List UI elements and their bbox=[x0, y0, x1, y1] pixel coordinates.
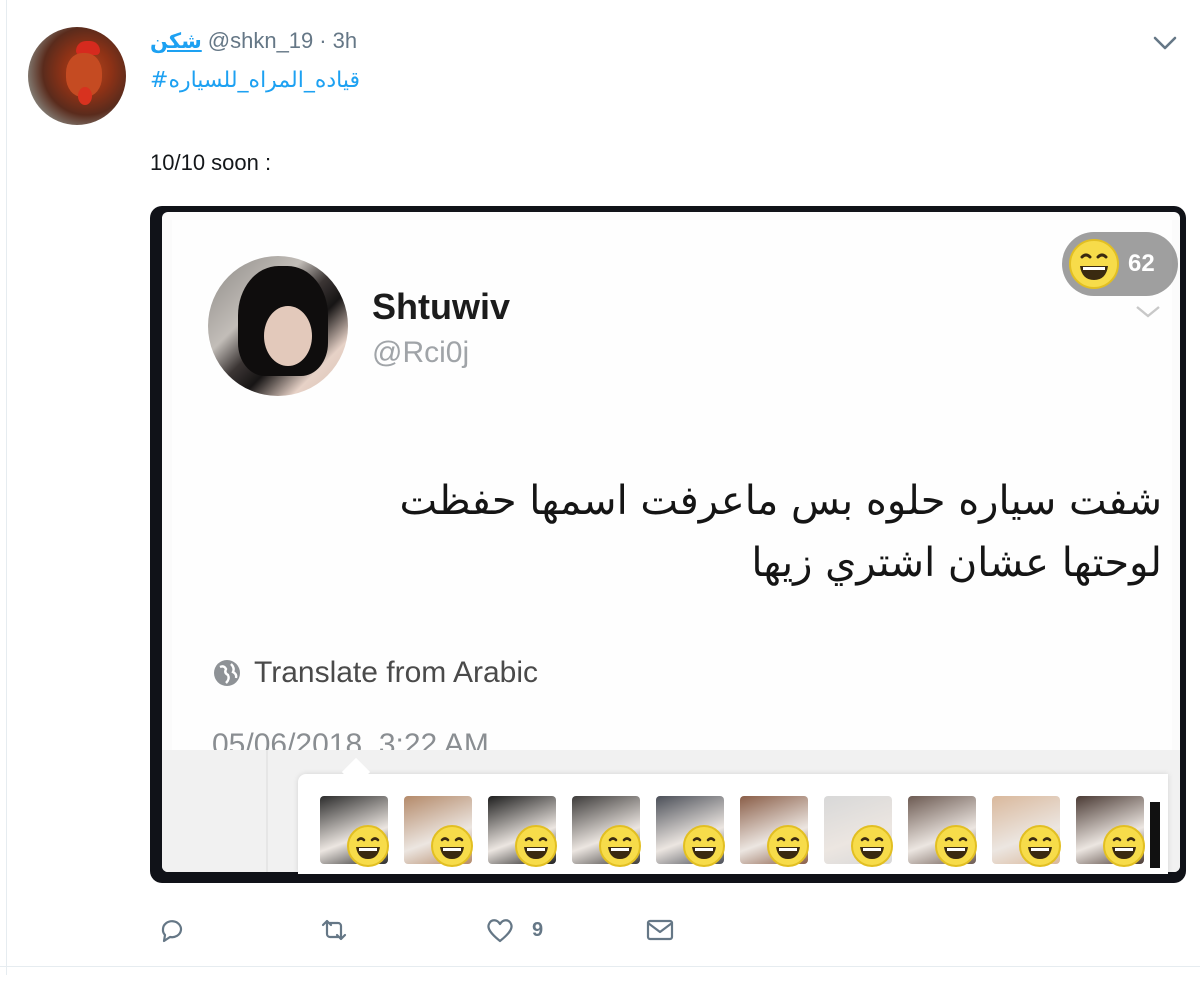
direct-message-button[interactable] bbox=[644, 910, 676, 950]
like-button[interactable]: 9 bbox=[484, 910, 543, 950]
tweet-text: 10/10 soon : bbox=[150, 150, 272, 175]
avatar-detail bbox=[78, 87, 92, 105]
grinning-emoji-icon bbox=[431, 825, 473, 867]
reaction-face bbox=[404, 796, 476, 868]
reply-button[interactable] bbox=[156, 910, 188, 950]
embedded-text-line: لوحتها عشان اشتري زيها bbox=[751, 540, 1162, 586]
grinning-emoji-icon bbox=[599, 825, 641, 867]
screenshot-frame: Shtuwiv @Rci0j 62 شفت سياره حلوه بس ماعر… bbox=[162, 212, 1180, 872]
reaction-face bbox=[320, 796, 392, 868]
timestamp[interactable]: 3h bbox=[333, 28, 357, 54]
reaction-face bbox=[908, 796, 980, 868]
reaction-face bbox=[1076, 796, 1148, 868]
divider bbox=[266, 750, 268, 872]
globe-icon bbox=[214, 660, 240, 686]
tweet-header: شكن @shkn_19 · 3h bbox=[150, 28, 357, 58]
embedded-author-name: Shtuwiv bbox=[372, 286, 511, 327]
grinning-emoji-icon bbox=[767, 825, 809, 867]
grinning-emoji-icon bbox=[851, 825, 893, 867]
reaction-count: 62 bbox=[1128, 250, 1155, 277]
chevron-down-icon bbox=[1136, 306, 1160, 318]
reaction-face bbox=[992, 796, 1064, 868]
separator-dot: · bbox=[319, 28, 327, 53]
envelope-icon bbox=[646, 919, 674, 941]
translate-link: Translate from Arabic bbox=[212, 656, 538, 690]
divider bbox=[1150, 802, 1160, 868]
like-count: 9 bbox=[532, 918, 544, 941]
reply-icon bbox=[161, 920, 183, 943]
retweet-icon bbox=[321, 919, 347, 941]
avatar[interactable] bbox=[28, 27, 126, 125]
reaction-face bbox=[740, 796, 812, 868]
reaction-face bbox=[572, 796, 644, 868]
reaction-badge: 62 bbox=[1062, 232, 1178, 296]
avatar-detail bbox=[264, 306, 312, 366]
embedded-author-handle: @Rci0j bbox=[372, 336, 470, 369]
retweet-button[interactable] bbox=[318, 910, 350, 950]
embedded-tweet-text: شفت سياره حلوه بس ماعرفت اسمها حفظت لوحت… bbox=[322, 470, 1162, 594]
user-handle[interactable]: @shkn_19 bbox=[208, 28, 314, 54]
embedded-text-line: شفت سياره حلوه بس ماعرفت اسمها حفظت bbox=[399, 478, 1162, 524]
translate-label: Translate from Arabic bbox=[254, 656, 538, 689]
grinning-emoji-icon bbox=[515, 825, 557, 867]
chevron-down-icon[interactable] bbox=[1152, 32, 1178, 54]
divider bbox=[0, 966, 1200, 967]
display-name[interactable]: شكن bbox=[150, 29, 202, 53]
reaction-face bbox=[656, 796, 728, 868]
grinning-emoji-icon bbox=[683, 825, 725, 867]
grinning-emoji-icon bbox=[1019, 825, 1061, 867]
heart-icon bbox=[487, 919, 513, 943]
reaction-face bbox=[488, 796, 560, 868]
embedded-avatar bbox=[208, 256, 348, 396]
hashtag-link[interactable]: #قياده_المراه_للسياره bbox=[150, 68, 360, 93]
grinning-emoji-icon bbox=[935, 825, 977, 867]
grinning-emoji-icon bbox=[347, 825, 389, 867]
grinning-emoji-icon bbox=[1103, 825, 1145, 867]
tweet-media-image[interactable]: Shtuwiv @Rci0j 62 شفت سياره حلوه بس ماعر… bbox=[150, 206, 1186, 883]
reaction-face bbox=[824, 796, 896, 868]
reaction-faces-row bbox=[320, 796, 1148, 868]
grinning-emoji-icon bbox=[1069, 239, 1119, 289]
embedded-tweet: Shtuwiv @Rci0j 62 شفت سياره حلوه بس ماعر… bbox=[172, 220, 1178, 780]
